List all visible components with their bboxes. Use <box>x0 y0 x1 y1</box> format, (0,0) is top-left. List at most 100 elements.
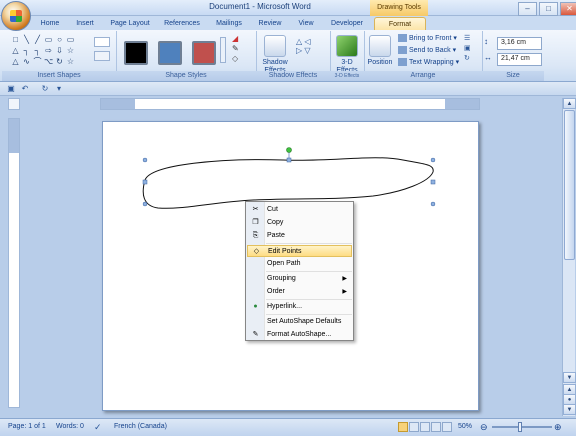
send-to-back-button[interactable]: Send to Back ▾ <box>398 46 456 55</box>
shape-curve-icon[interactable]: ∿ <box>22 57 31 66</box>
position-button[interactable]: Position <box>366 35 394 67</box>
bring-to-front-button[interactable]: Bring to Front ▾ <box>398 34 457 43</box>
redo-icon[interactable]: ↻ <box>40 84 50 94</box>
group-label: Shape Styles <box>116 71 256 81</box>
web-layout-icon[interactable] <box>420 422 430 432</box>
height-icon: ↕ <box>484 37 488 46</box>
tab-format[interactable]: Format <box>374 17 426 31</box>
shape-triangle-icon[interactable]: △ <box>11 46 20 55</box>
menu-separator <box>266 243 352 244</box>
width-field[interactable]: 21,47 cm <box>497 53 542 66</box>
align-group-rotate-icons[interactable]: ☰ ▣ ↻ <box>464 34 476 64</box>
quick-access-bar: ▣ ↶ ↻ ▾ <box>0 82 576 96</box>
close-button[interactable]: ✕ <box>560 2 576 16</box>
shapes-gallery[interactable]: □ ╲ ╱ ▭ ○ ▭ △ ┐ ┐ ⇨ ⇩ ☆ △ ∿ ⌒ ⌥ ↻ ☆ <box>10 35 90 68</box>
shape-elbow2-icon[interactable]: ┐ <box>33 46 42 55</box>
language-indicator[interactable]: French (Canada) <box>114 419 167 435</box>
style-swatch-blue[interactable] <box>158 41 182 65</box>
menu-item-format-autoshape[interactable]: ✎ Format AutoShape... <box>247 329 352 341</box>
change-shape-icon[interactable]: ◇ <box>232 55 242 63</box>
shape-triangle2-icon[interactable]: △ <box>11 57 20 66</box>
3d-effects-button[interactable]: 3-D Effects <box>332 35 362 75</box>
shape-star-icon[interactable]: ☆ <box>66 46 75 55</box>
zoom-slider-thumb[interactable] <box>518 422 522 432</box>
style-swatch-red[interactable] <box>192 41 216 65</box>
tab-home[interactable]: Home <box>36 17 64 30</box>
context-menu: ✂ Cut ❐ Copy ⎘ Paste ◇ Edit Points Open Path… <box>245 201 354 341</box>
proofing-icon[interactable]: ✓ <box>94 419 102 435</box>
horizontal-ruler[interactable] <box>100 98 480 110</box>
window-title: Document1 - Microsoft Word <box>209 2 311 11</box>
save-icon[interactable]: ▣ <box>6 84 16 94</box>
shape-fill-icon[interactable]: ◢ <box>232 35 242 43</box>
vertical-ruler[interactable] <box>8 118 20 408</box>
text-box-icon[interactable] <box>94 51 110 61</box>
shape-circular-arrow-icon[interactable]: ↻ <box>55 57 64 66</box>
print-layout-icon[interactable] <box>398 422 408 432</box>
submenu-arrow-icon: ▶ <box>342 276 347 282</box>
word-count[interactable]: Words: 0 <box>56 419 84 435</box>
menu-item-hyperlink[interactable]: ● Hyperlink... <box>247 301 352 313</box>
office-button[interactable] <box>1 1 31 31</box>
maximize-button[interactable]: □ <box>539 2 558 16</box>
vertical-scrollbar[interactable]: ▲ ▼ ▲ ● ▼ <box>562 98 576 416</box>
scroll-thumb[interactable] <box>564 110 575 260</box>
shape-arrow-down-icon[interactable]: ⇩ <box>55 46 64 55</box>
page-indicator[interactable]: Page: 1 of 1 <box>8 419 46 435</box>
styles-more-button[interactable] <box>220 37 226 63</box>
shape-elbow-icon[interactable]: ┐ <box>22 46 31 55</box>
tab-mailings[interactable]: Mailings <box>210 17 248 30</box>
tab-references[interactable]: References <box>160 17 204 30</box>
scroll-up-icon[interactable]: ▲ <box>563 98 576 109</box>
format-shape-icon: ✎ <box>252 331 259 338</box>
zoom-level[interactable]: 50% <box>458 419 472 435</box>
shape-arc-icon[interactable]: ⌒ <box>33 57 42 66</box>
tab-insert[interactable]: Insert <box>70 17 100 30</box>
menu-separator <box>266 271 352 272</box>
menu-item-set-autoshape-defaults[interactable]: Set AutoShape Defaults <box>247 316 352 328</box>
menu-item-edit-points[interactable]: ◇ Edit Points <box>247 245 352 257</box>
shape-rectangle-icon[interactable]: □ <box>11 35 20 44</box>
undo-icon[interactable]: ↶ <box>20 84 30 94</box>
outline-icon[interactable] <box>431 422 441 432</box>
minimize-button[interactable]: – <box>518 2 537 16</box>
full-screen-reading-icon[interactable] <box>409 422 419 432</box>
group-insert-shapes: □ ╲ ╱ ▭ ○ ▭ △ ┐ ┐ ⇨ ⇩ ☆ △ ∿ ⌒ ⌥ ↻ ☆ Insert Shapes <box>2 31 117 81</box>
style-swatch-black[interactable] <box>124 41 148 65</box>
text-wrapping-button[interactable]: Text Wrapping ▾ <box>398 58 459 67</box>
height-field[interactable]: 3,16 cm <box>497 37 542 50</box>
shape-rounded-icon[interactable]: ▭ <box>66 35 75 44</box>
shape-oval-icon[interactable]: ○ <box>55 35 64 44</box>
tab-view[interactable]: View <box>292 17 320 30</box>
zoom-out-icon[interactable]: ⊖ <box>480 419 488 435</box>
shadow-nudge-icons[interactable]: △ ◁ ▷ ▽ <box>296 37 324 63</box>
shape-outline-icon[interactable]: ✎ <box>232 45 242 53</box>
draft-icon[interactable] <box>442 422 452 432</box>
zoom-slider-track[interactable] <box>492 426 552 428</box>
zoom-in-icon[interactable]: ⊕ <box>554 419 562 435</box>
shape-star2-icon[interactable]: ☆ <box>66 57 75 66</box>
ribbon-tabs: Home Insert Page Layout References Maili… <box>0 16 576 31</box>
shape-diagonal-icon[interactable]: ╱ <box>33 35 42 44</box>
shape-arrow-right-icon[interactable]: ⇨ <box>44 46 53 55</box>
tab-page-layout[interactable]: Page Layout <box>106 17 154 30</box>
customize-qat-icon[interactable]: ▾ <box>54 84 64 94</box>
selection-box <box>145 160 433 204</box>
menu-item-grouping[interactable]: Grouping ▶ <box>247 273 352 285</box>
shape-freeform-icon[interactable]: ⌥ <box>44 57 53 66</box>
next-page-icon[interactable]: ▼ <box>563 404 576 415</box>
shape-rect-icon[interactable]: ▭ <box>44 35 53 44</box>
ruler-corner[interactable] <box>8 98 20 110</box>
edit-shape-icon[interactable] <box>94 37 110 47</box>
menu-item-open-path[interactable]: Open Path <box>247 258 352 270</box>
scroll-down-icon[interactable]: ▼ <box>563 372 576 383</box>
tab-review[interactable]: Review <box>254 17 286 30</box>
menu-item-copy[interactable]: ❐ Copy <box>247 217 352 229</box>
menu-item-paste[interactable]: ⎘ Paste <box>247 230 352 242</box>
tab-developer[interactable]: Developer <box>326 17 368 30</box>
shadow-effects-button[interactable]: Shadow Effects <box>258 35 292 75</box>
shape-line-icon[interactable]: ╲ <box>22 35 31 44</box>
menu-item-cut[interactable]: ✂ Cut <box>247 204 352 216</box>
position-icon <box>369 35 391 57</box>
menu-item-order[interactable]: Order ▶ <box>247 286 352 298</box>
